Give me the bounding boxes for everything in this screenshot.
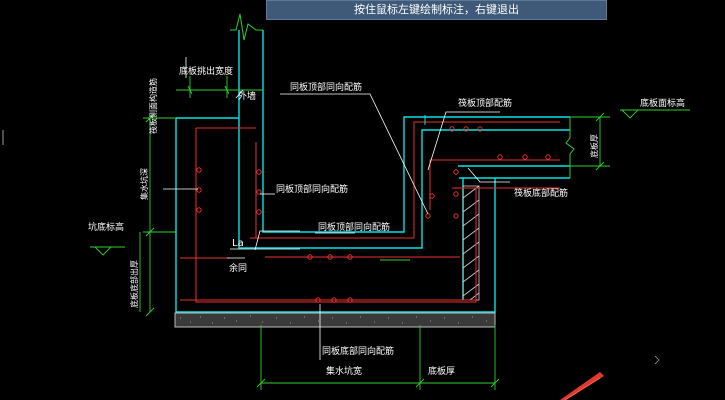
label-floor-overhang-width: 底板挑出宽度: [179, 65, 233, 77]
cursor-pointer: [560, 372, 604, 400]
label-la: La: [232, 238, 244, 249]
cad-drawing-area[interactable]: 底板挑出宽度 外墙 筏板侧面构造筋 同板顶部同向配筋 筏板顶部配筋 底板面标高 …: [0, 0, 725, 400]
rebar-lines: [180, 121, 560, 303]
label-same-top-rebar-2: 同板顶部同向配筋: [276, 183, 348, 195]
cursor-crosshair-tick: [654, 355, 660, 365]
label-pit-depth: 集水坑深: [139, 168, 149, 200]
label-outer-wall: 外墙: [238, 90, 256, 102]
elevation-marker-right: [621, 109, 639, 119]
rebar-dots: [196, 126, 551, 303]
cushion-layer: [174, 312, 496, 328]
label-raft-top-rebar: 筏板顶部配筋: [458, 97, 512, 109]
label-remainder: 余同: [229, 262, 247, 274]
break-line-top: [230, 13, 263, 41]
label-bottom-thickness: 底板底部出厚: [129, 260, 139, 308]
label-floor-thickness: 底板厚: [589, 134, 599, 158]
label-floor-side-rebar: 筏板侧面构造筋: [148, 78, 158, 134]
label-raft-bottom-rebar: 筏板底部配筋: [514, 187, 568, 199]
label-same-top-rebar-3: 同板顶部同向配筋: [318, 221, 390, 233]
label-same-top-rebar-1: 同板顶部同向配筋: [290, 81, 362, 93]
break-line-right: [565, 117, 575, 178]
label-raft-surface-elev: 底板面标高: [640, 97, 685, 109]
label-floor-thickness-bottom: 底板厚: [428, 365, 455, 377]
label-pit-width: 集水坑宽: [326, 365, 362, 377]
elevation-marker-left: [94, 246, 112, 256]
dimension-lines: [90, 76, 690, 390]
command-prompt-bar: 按住鼠标左键绘制标注，右键退出: [266, 0, 607, 20]
label-pit-bottom-elev: 坑底标高: [88, 221, 124, 233]
hatched-strip: [462, 185, 480, 301]
label-same-bottom-rebar: 同板底部同向配筋: [322, 345, 394, 357]
